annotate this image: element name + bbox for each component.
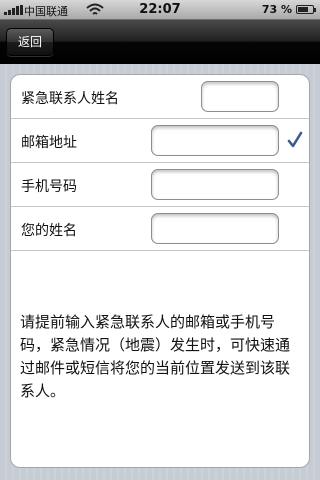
watermark: 易享助手 WEIDSHIZIZ.COM: [52, 450, 268, 468]
help-text: 请提前输入紧急联系人的邮箱或手机号码，紧急情况（地震）发生时，可快速通过邮件或短…: [20, 313, 291, 400]
back-button[interactable]: 返回: [6, 28, 55, 56]
your-name-field[interactable]: [151, 213, 279, 244]
form-row-emergency-contact-name: 紧急联系人姓名: [11, 75, 309, 119]
email-label: 邮箱地址: [21, 135, 77, 151]
form-row-your-name: 您的姓名: [11, 207, 309, 251]
status-bar: 中国联通 22:07 73 %: [0, 0, 320, 20]
checkmark-icon: [287, 131, 303, 148]
your-name-label: 您的姓名: [21, 223, 77, 239]
content-area: 紧急联系人姓名 邮箱地址 手机号码 您的姓名 请提前输入紧急联系人的邮箱或手机号…: [0, 64, 320, 480]
form-row-email: 邮箱地址: [11, 119, 309, 163]
form-row-phone: 手机号码: [11, 163, 309, 207]
phone-label: 手机号码: [21, 179, 77, 195]
battery-level-fill: [298, 7, 309, 12]
contact-form-group: 紧急联系人姓名 邮箱地址 手机号码 您的姓名 请提前输入紧急联系人的邮箱或手机号…: [10, 74, 310, 468]
navigation-bar: 返回: [0, 20, 320, 64]
emergency-contact-name-field[interactable]: [201, 81, 279, 112]
emergency-contact-name-label: 紧急联系人姓名: [21, 91, 119, 107]
phone-field[interactable]: [151, 169, 279, 200]
battery-icon: [296, 5, 316, 14]
email-field[interactable]: [151, 125, 279, 156]
battery-percent: 73 %: [261, 3, 292, 16]
